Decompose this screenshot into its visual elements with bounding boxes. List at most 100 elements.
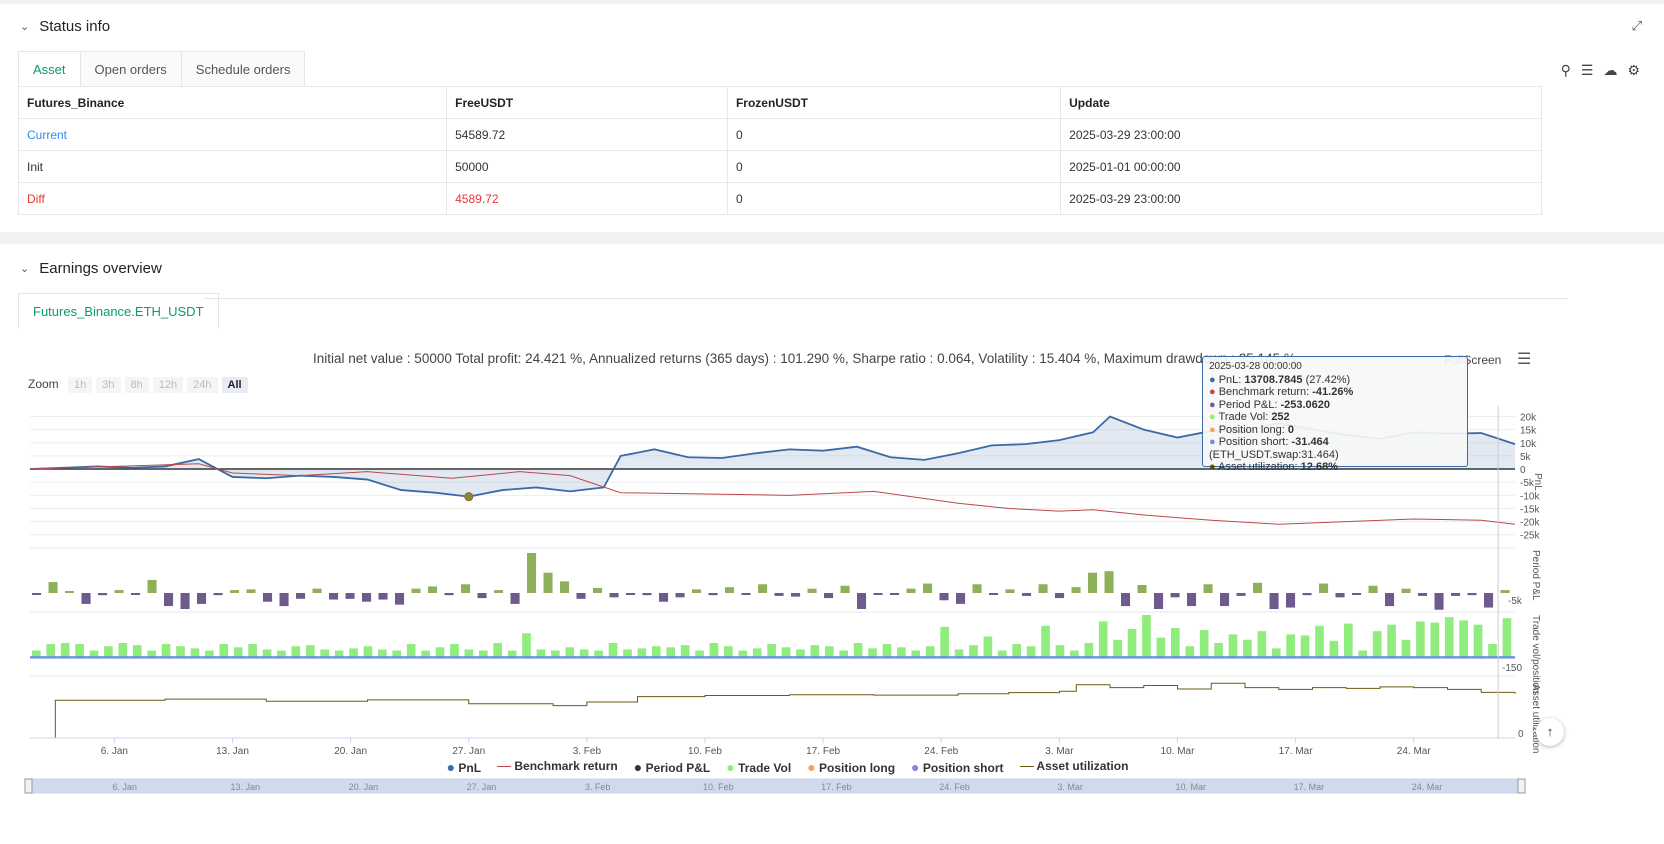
legend-dot-icon: ●: [807, 759, 816, 775]
hamburger-menu-icon[interactable]: ☰: [1517, 349, 1531, 369]
tooltip-line: ● Period P&L: -253.0620: [1209, 399, 1461, 412]
trade-vol-bar: [695, 650, 704, 657]
legend-item[interactable]: ● Period P&L: [634, 759, 711, 775]
zoom-all[interactable]: All: [221, 377, 248, 393]
period-pnl-bar: [1203, 584, 1213, 593]
trade-vol-bar: [75, 644, 84, 657]
tooltip-line: ● Position long: 0: [1209, 424, 1461, 437]
trade-vol-bar: [724, 646, 733, 657]
period-pnl-bar: [477, 593, 487, 599]
period-pnl-bar: [1269, 593, 1279, 609]
period-pnl-bar: [510, 593, 520, 604]
zoom-8h[interactable]: 8h: [124, 377, 149, 393]
period-pnl-bar: [609, 593, 619, 598]
trade-vol-bar: [406, 644, 416, 657]
legend-item[interactable]: ● Position long: [807, 759, 895, 775]
period-pnl-bar: [576, 593, 586, 599]
navigator-tick-label: 24. Feb: [939, 782, 970, 792]
trade-vol-bar: [1271, 648, 1281, 657]
period-pnl-bar: [1104, 571, 1114, 593]
period-pnl-bar: [675, 593, 685, 598]
zoom-12h[interactable]: 12h: [152, 377, 184, 393]
trade-vol-bar: [637, 648, 647, 657]
y-tick-label: -15k: [1520, 504, 1540, 515]
trade-vol-bar: [464, 649, 474, 657]
trade-vol-bar: [810, 645, 820, 657]
trade-vol-bar: [680, 645, 690, 657]
zoom-24h[interactable]: 24h: [187, 377, 218, 393]
trade-vol-bar: [132, 645, 142, 657]
legend-item[interactable]: ● PnL: [447, 759, 481, 775]
trade-vol-bar: [969, 645, 978, 657]
period-pnl-bar: [1005, 589, 1015, 593]
y-tick-label: -20k: [1520, 518, 1540, 529]
trade-vol-bar: [1286, 634, 1295, 657]
period-pnl-bar: [560, 581, 570, 593]
period-pnl-bar: [824, 593, 834, 599]
chart-legend: ● PnL Benchmark return ● Period P&L ● Trad…: [0, 759, 1575, 775]
period-pnl-bar: [857, 593, 867, 609]
navigator-tick-label: 24. Mar: [1412, 782, 1443, 792]
trade-vol-bar: [522, 633, 531, 657]
trade-vol-bar: [262, 649, 272, 657]
period-pnl-bar: [1038, 584, 1048, 593]
trade-vol-bar: [1185, 646, 1195, 657]
trade-vol-bar: [781, 647, 791, 657]
scroll-top-button[interactable]: ↑: [1536, 718, 1564, 746]
trade-vol-bar: [190, 648, 200, 657]
x-tick-label: 13. Jan: [216, 746, 249, 757]
period-pnl-bar: [296, 593, 306, 599]
legend-item[interactable]: Benchmark return: [497, 759, 618, 775]
trade-vol-bar: [1113, 639, 1122, 657]
navigator-handle[interactable]: [24, 778, 33, 794]
tooltip-value: -41.26%: [1312, 386, 1354, 398]
trade-vol-bar: [796, 649, 805, 657]
trade-vol-bar: [46, 644, 56, 657]
period-pnl-bar: [906, 588, 916, 593]
period-pnl-bar: [1385, 593, 1395, 607]
tooltip-value: -253.0620: [1280, 398, 1331, 411]
y-tick-label: 0: [1520, 465, 1526, 476]
period-pnl-bar: [378, 593, 388, 600]
legend-line-icon: [1019, 766, 1034, 768]
trade-vol-bar: [89, 650, 99, 657]
zoom-3h[interactable]: 3h: [96, 377, 121, 393]
period-pnl-bar: [1170, 593, 1180, 598]
trade-vol-bar: [1444, 617, 1454, 657]
period-pnl-bar: [1401, 588, 1411, 593]
period-pnl-bar: [395, 593, 405, 605]
period-pnl-bar: [65, 591, 75, 593]
trade-vol-bar: [320, 649, 329, 657]
trade-vol-bar: [1142, 615, 1151, 657]
trade-vol-bar: [536, 649, 546, 657]
y-tick-label: -150: [1502, 663, 1522, 674]
navigator-tick-label: 6. Jan: [112, 782, 137, 792]
period-pnl-bar: [263, 593, 273, 602]
trade-vol-bar: [897, 647, 906, 657]
period-pnl-bar: [362, 593, 372, 602]
legend-item[interactable]: ● Position short: [911, 759, 1003, 775]
navigator-tick-label: 3. Mar: [1057, 782, 1083, 792]
trade-vol-bar: [709, 643, 719, 657]
tooltip-value: 12.68%: [1300, 461, 1338, 473]
y-tick-label: 15k: [1520, 426, 1537, 437]
trade-vol-bar: [161, 644, 171, 657]
legend-item[interactable]: Asset utilization: [1019, 759, 1128, 775]
trade-vol-bar: [248, 644, 257, 657]
trade-vol-bar: [824, 646, 834, 657]
period-pnl-bar: [1335, 593, 1345, 598]
period-pnl-bar: [461, 584, 471, 593]
period-pnl-bar: [1088, 572, 1098, 593]
zoom-1h[interactable]: 1h: [68, 377, 93, 393]
navigator-handle[interactable]: [1517, 778, 1526, 794]
period-pnl-bar: [1253, 582, 1263, 593]
x-tick-label: 20. Jan: [334, 746, 367, 757]
period-pnl-bar: [1368, 585, 1378, 593]
legend-item[interactable]: ● Trade Vol: [726, 759, 791, 775]
trade-vol-bar: [1026, 646, 1036, 657]
period-pnl-bar: [659, 593, 669, 602]
trade-vol-bar: [1257, 631, 1267, 657]
trade-vol-bar: [1199, 630, 1209, 657]
series-dot-icon: ●: [1209, 436, 1216, 448]
period-pnl-bar: [692, 589, 702, 593]
